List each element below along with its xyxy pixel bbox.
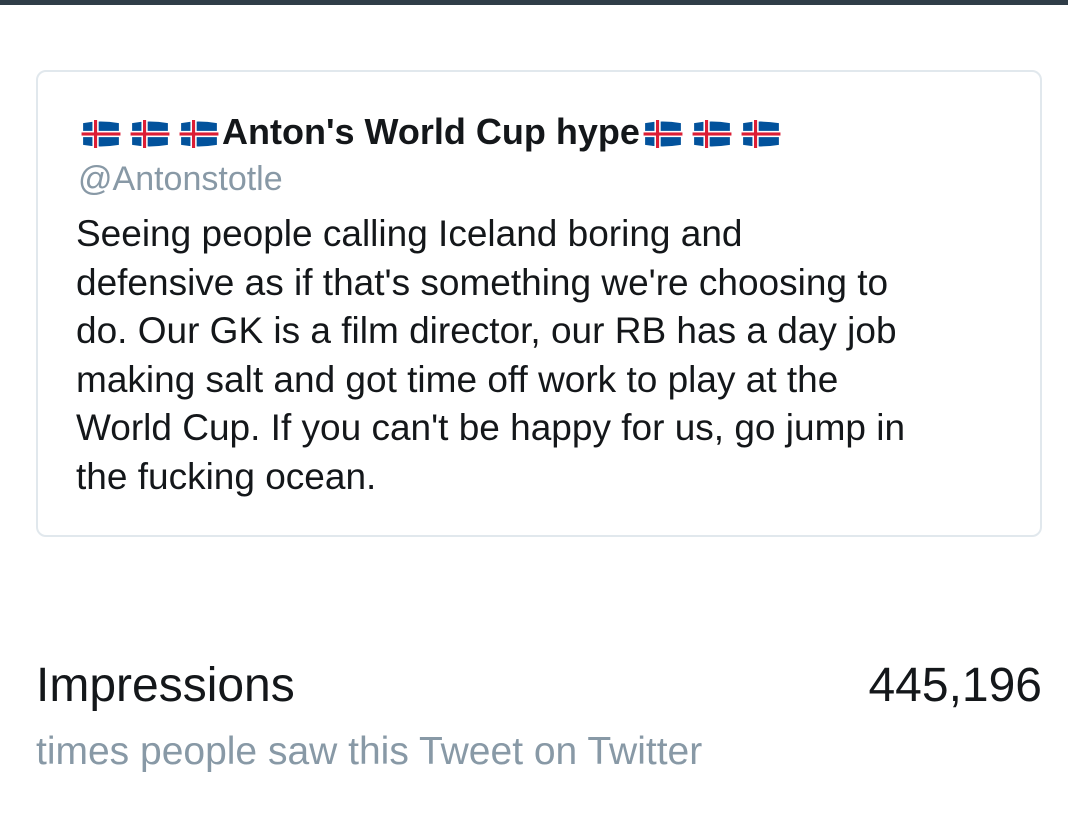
- flags-before: [78, 116, 222, 148]
- iceland-flag-icon: [78, 120, 124, 148]
- tweet-text-line: making salt and got time off work to pla…: [76, 358, 839, 400]
- impressions-count: 445,196: [868, 659, 1042, 712]
- tweet-text-line: defensive as if that's something we're c…: [76, 261, 889, 303]
- tweet-text-line: do. Our GK is a film director, our RB ha…: [76, 310, 897, 351]
- flags-after: [640, 116, 784, 148]
- tweet-text-line: Seeing people calling Iceland boring and: [76, 213, 743, 254]
- quoted-tweet-card[interactable]: Anton's World Cup hype @Antonstotle Seei…: [36, 70, 1042, 537]
- tweet-text-line: World Cup. If you can't be happy for us,…: [76, 407, 906, 448]
- iceland-flag-icon: [640, 120, 686, 148]
- user-handle[interactable]: @Antonstotle: [78, 160, 283, 199]
- iceland-flag-icon: [738, 120, 784, 148]
- impressions-description: times people saw this Tweet on Twitter: [36, 730, 703, 773]
- impressions-row: Impressions 445,196: [36, 658, 1042, 728]
- iceland-flag-icon: [689, 120, 735, 148]
- tweet-text: Seeing people calling Iceland boring and…: [76, 210, 1026, 501]
- display-name: Anton's World Cup hype: [78, 110, 784, 154]
- tweet-text-line: the fucking ocean.: [76, 455, 377, 497]
- iceland-flag-icon: [176, 120, 222, 148]
- display-name-text: Anton's World Cup hype: [222, 111, 640, 152]
- impressions-label: Impressions: [36, 659, 295, 712]
- iceland-flag-icon: [127, 120, 173, 148]
- top-bar: [0, 0, 1068, 5]
- tweet-analytics-page: Anton's World Cup hype @Antonstotle Seei…: [0, 0, 1068, 816]
